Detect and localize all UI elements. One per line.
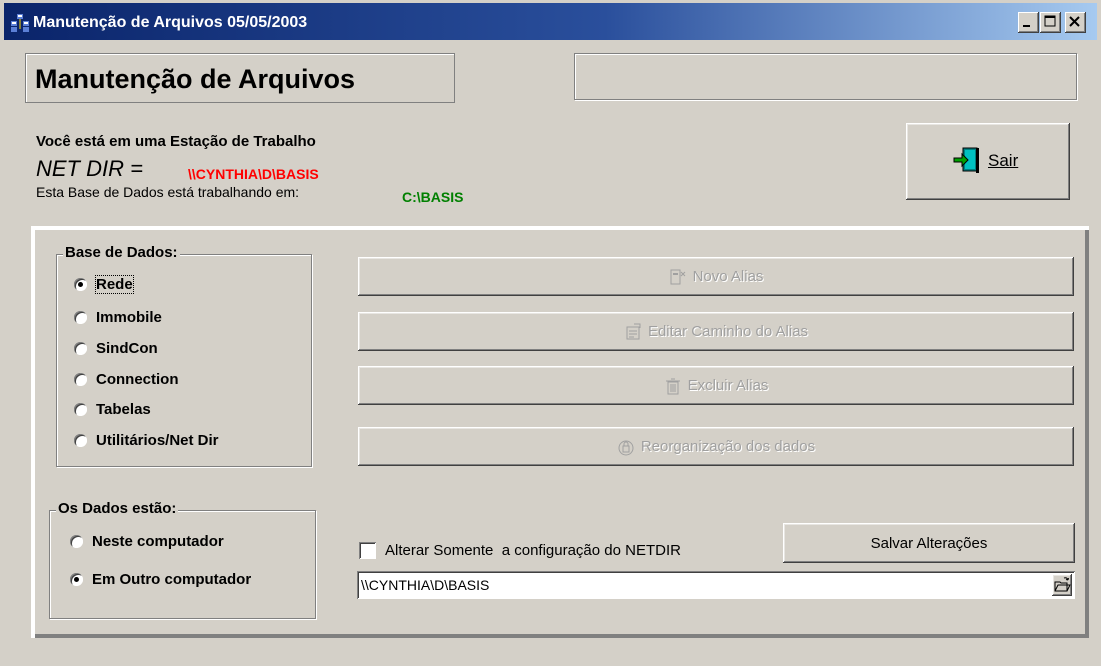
close-button[interactable]: [1065, 12, 1086, 33]
salvar-alteracoes-button[interactable]: Salvar Alterações: [783, 523, 1075, 563]
radio-dot: [74, 373, 87, 386]
radio-label: Immobile: [96, 309, 162, 326]
radio-dot: [74, 311, 87, 324]
radio-label: Connection: [96, 371, 179, 388]
radio-immobile[interactable]: Immobile: [74, 309, 162, 326]
reorganizacao-button[interactable]: Reorganização dos dados: [358, 427, 1074, 466]
station-info: Você está em uma Estação de Trabalho: [36, 133, 316, 150]
sair-label-text: Sair: [988, 151, 1019, 170]
radio-dot: [74, 342, 87, 355]
netdir-only-label: Alterar Somente a configuração do NETDIR: [385, 542, 681, 559]
radio-label: Em Outro computador: [92, 571, 252, 588]
edit-path-icon: [626, 323, 641, 339]
open-folder-icon: [1054, 577, 1071, 592]
netdir-path-value: \\CYNTHIA\D\BASIS: [361, 577, 490, 593]
netdir-value: \\CYNTHIA\D\BASIS: [188, 166, 319, 182]
editar-caminho-button[interactable]: Editar Caminho do Alias: [358, 312, 1074, 351]
radio-outro-computador[interactable]: Em Outro computador: [70, 571, 251, 588]
radio-sindcon[interactable]: SindCon: [74, 340, 158, 357]
new-alias-icon: [670, 269, 685, 284]
excluir-alias-label: Excluir Alias: [687, 377, 769, 394]
radio-tabelas[interactable]: Tabelas: [74, 401, 151, 418]
close-icon: [1069, 16, 1080, 27]
os-dados-title: Os Dados estão:: [56, 500, 179, 517]
radio-label: Tabelas: [96, 401, 151, 418]
novo-alias-button[interactable]: Novo Alias: [358, 257, 1074, 296]
netdir-only-checkbox[interactable]: Alterar Somente a configuração do NETDIR: [359, 542, 681, 559]
os-dados-group: Os Dados estão:: [49, 500, 316, 619]
radio-label: Rede: [95, 275, 134, 294]
radio-dot: [70, 573, 83, 586]
radio-dot: [74, 434, 87, 447]
radio-dot: [74, 278, 87, 291]
radio-dot: [70, 535, 83, 548]
novo-alias-label: Novo Alias: [692, 268, 764, 285]
radio-label: Utilitários/Net Dir: [96, 432, 219, 449]
excluir-alias-button[interactable]: Excluir Alias: [358, 366, 1074, 405]
window-title: Manutenção de Arquivos 05/05/2003: [33, 14, 308, 31]
sair-button[interactable]: Sair: [906, 123, 1070, 200]
minimize-icon: [1023, 25, 1030, 27]
header-title-box: Manutenção de Arquivos: [25, 53, 455, 103]
radio-connection[interactable]: Connection: [74, 371, 179, 388]
radio-utilitarios[interactable]: Utilitários/Net Dir: [74, 432, 219, 449]
maximize-button[interactable]: [1040, 12, 1061, 33]
browse-folder-button[interactable]: [1052, 574, 1072, 596]
main-window: Manutenção de Arquivos 05/05/2003 Manute…: [0, 0, 1101, 666]
editar-caminho-label: Editar Caminho do Alias: [647, 323, 809, 340]
minimize-button[interactable]: [1018, 12, 1039, 33]
radio-neste-computador[interactable]: Neste computador: [70, 533, 224, 550]
trash-icon: [665, 378, 680, 394]
database-location-label: Esta Base de Dados está trabalhando em:: [36, 184, 300, 200]
salvar-alteracoes-label: Salvar Alterações: [870, 534, 988, 552]
netdir-path-input[interactable]: \\CYNTHIA\D\BASIS: [357, 571, 1075, 599]
radio-label: SindCon: [96, 340, 158, 357]
checkbox-box: [359, 542, 376, 559]
base-dados-title: Base de Dados:: [63, 244, 180, 261]
maximize-icon: [1044, 15, 1056, 27]
netdir-label: NET DIR =: [36, 156, 143, 181]
page-title: Manutenção de Arquivos: [35, 64, 356, 94]
exit-door-icon: [953, 147, 979, 173]
lock-icon: [618, 440, 634, 455]
reorganizacao-label: Reorganização dos dados: [640, 438, 816, 455]
radio-dot: [74, 403, 87, 416]
app-icon: [11, 14, 29, 32]
radio-label: Neste computador: [92, 533, 224, 550]
title-bar: Manutenção de Arquivos 05/05/2003: [4, 3, 1097, 40]
header-blank-panel: [574, 53, 1077, 100]
sair-label: Sair: [988, 151, 1018, 171]
database-location-value: C:\BASIS: [402, 189, 464, 205]
radio-rede[interactable]: Rede: [74, 275, 134, 294]
